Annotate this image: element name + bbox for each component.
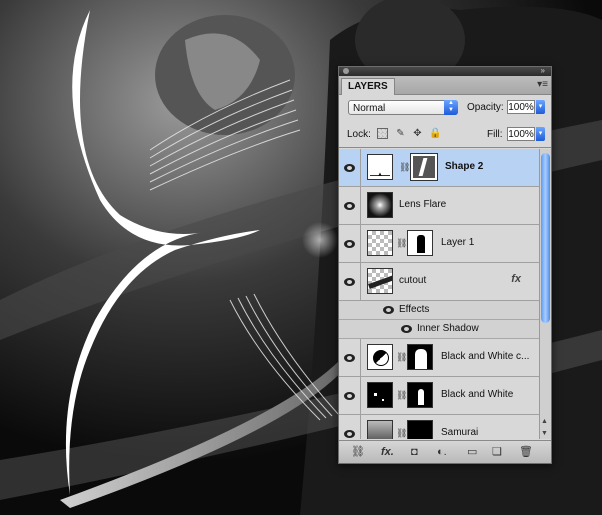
visibility-eye-icon[interactable]: [339, 339, 361, 376]
layer-row[interactable]: Lens Flare: [339, 187, 539, 225]
trash-icon[interactable]: 🗑: [519, 445, 533, 459]
effect-item-row[interactable]: Inner Shadow: [339, 320, 539, 339]
layer-thumbnail: [367, 420, 393, 439]
link-chain-icon[interactable]: ⛓: [396, 390, 407, 401]
layer-thumbnail: [367, 268, 393, 294]
layer-row[interactable]: ⛓ Black and White: [339, 377, 539, 415]
layer-name: Shape 2: [445, 161, 484, 172]
add-mask-icon[interactable]: ◘: [411, 445, 418, 459]
layer-row[interactable]: ⛓ Samurai: [339, 415, 539, 439]
panel-menu-icon[interactable]: ▾≡: [537, 78, 548, 92]
collapse-icon[interactable]: »: [541, 66, 545, 75]
lock-label: Lock:: [347, 129, 371, 140]
visibility-eye-icon[interactable]: [339, 263, 361, 300]
effects-row[interactable]: Effects: [339, 301, 539, 320]
panel-title-bar[interactable]: »: [339, 66, 551, 76]
link-chain-icon[interactable]: ⛓: [396, 238, 407, 249]
select-arrows-icon: ▲ ▼: [444, 100, 458, 115]
new-layer-icon[interactable]: ❏: [492, 445, 502, 459]
visibility-eye-icon[interactable]: [339, 225, 361, 262]
layers-scrollbar[interactable]: ▲ ▼: [539, 149, 551, 439]
link-chain-icon[interactable]: ⛓: [396, 352, 407, 363]
panel-tab-row: LAYERS ▾≡: [339, 76, 551, 95]
layer-mask-thumbnail[interactable]: [407, 420, 433, 439]
adjustment-thumbnail: [367, 344, 393, 370]
opacity-dropdown-icon[interactable]: ▾: [536, 100, 545, 114]
lock-image-icon[interactable]: ✎: [395, 128, 406, 139]
panel-bottom-toolbar: ⛓ fx. ◘ ◐. ▭ ❏ 🗑: [339, 440, 551, 463]
visibility-eye-icon[interactable]: [339, 377, 361, 414]
layer-mask-thumbnail[interactable]: [407, 382, 433, 408]
tab-layers[interactable]: LAYERS: [341, 78, 395, 95]
lock-position-icon[interactable]: ✥: [412, 128, 423, 139]
layers-list: ▲ ⛓ Shape 2 Lens Flare ⛓ Layer 1 cutout …: [339, 149, 539, 439]
lock-transparent-icon[interactable]: [377, 128, 388, 139]
blend-mode-select[interactable]: Normal ▲ ▼: [348, 100, 458, 115]
effect-name: Inner Shadow: [417, 323, 479, 334]
layer-row[interactable]: ▲ ⛓ Shape 2: [339, 149, 539, 187]
layer-thumbnail: [367, 230, 393, 256]
layer-name: Black and White c...: [441, 351, 530, 362]
adjustment-thumbnail: [367, 382, 393, 408]
effects-label: Effects: [399, 304, 430, 315]
layer-mask-thumbnail[interactable]: [407, 230, 433, 256]
vector-mask-thumbnail[interactable]: [410, 153, 438, 181]
visibility-eye-icon[interactable]: [339, 149, 361, 186]
close-icon[interactable]: [343, 68, 349, 74]
opacity-label: Opacity:: [467, 102, 504, 113]
layer-row[interactable]: ⛓ Layer 1: [339, 225, 539, 263]
layer-mask-thumbnail[interactable]: [407, 344, 433, 370]
fill-dropdown-icon[interactable]: ▾: [536, 127, 545, 141]
layer-name: Layer 1: [441, 237, 475, 248]
layer-name: Samurai: [441, 427, 479, 438]
link-layers-icon[interactable]: ⛓: [351, 445, 365, 459]
adjustment-layer-icon[interactable]: ◐.: [437, 445, 447, 459]
fill-label: Fill:: [487, 129, 503, 140]
opacity-input[interactable]: 100%: [507, 100, 535, 114]
link-chain-icon[interactable]: ⛓: [399, 162, 410, 173]
layer-row[interactable]: cutout fx: [339, 263, 539, 301]
visibility-eye-icon[interactable]: [339, 187, 361, 224]
layers-panel: » LAYERS ▾≡ Normal ▲ ▼ Opacity: 100% ▾ Lo…: [338, 66, 552, 464]
layer-thumbnail: ▲: [367, 154, 393, 180]
visibility-eye-icon[interactable]: [339, 415, 361, 439]
visibility-eye-icon[interactable]: [383, 306, 394, 314]
layer-name: cutout: [399, 275, 427, 286]
link-chain-icon[interactable]: ⛓: [396, 428, 407, 439]
layer-thumbnail: [367, 192, 393, 218]
visibility-eye-icon[interactable]: [401, 325, 412, 333]
scroll-down-icon[interactable]: ▼: [541, 430, 548, 437]
layer-name: Black and White: [441, 389, 514, 400]
layer-name: Lens Flare: [399, 199, 447, 210]
layer-row[interactable]: ⛓ Black and White c...: [339, 339, 539, 377]
new-group-icon[interactable]: ▭: [467, 445, 477, 459]
fill-input[interactable]: 100%: [507, 127, 535, 141]
blend-row: Normal ▲ ▼ Opacity: 100% ▾: [339, 95, 551, 121]
scrollbar-thumb[interactable]: [541, 153, 550, 323]
lock-all-icon[interactable]: 🔒: [429, 128, 441, 139]
lock-row: Lock: ✎ ✥ 🔒 Fill: 100% ▾: [339, 121, 551, 148]
scroll-up-icon[interactable]: ▲: [541, 418, 548, 425]
fx-icon[interactable]: fx.: [381, 445, 394, 459]
fx-icon[interactable]: fx: [511, 273, 521, 285]
blend-mode-value: Normal: [353, 103, 386, 114]
